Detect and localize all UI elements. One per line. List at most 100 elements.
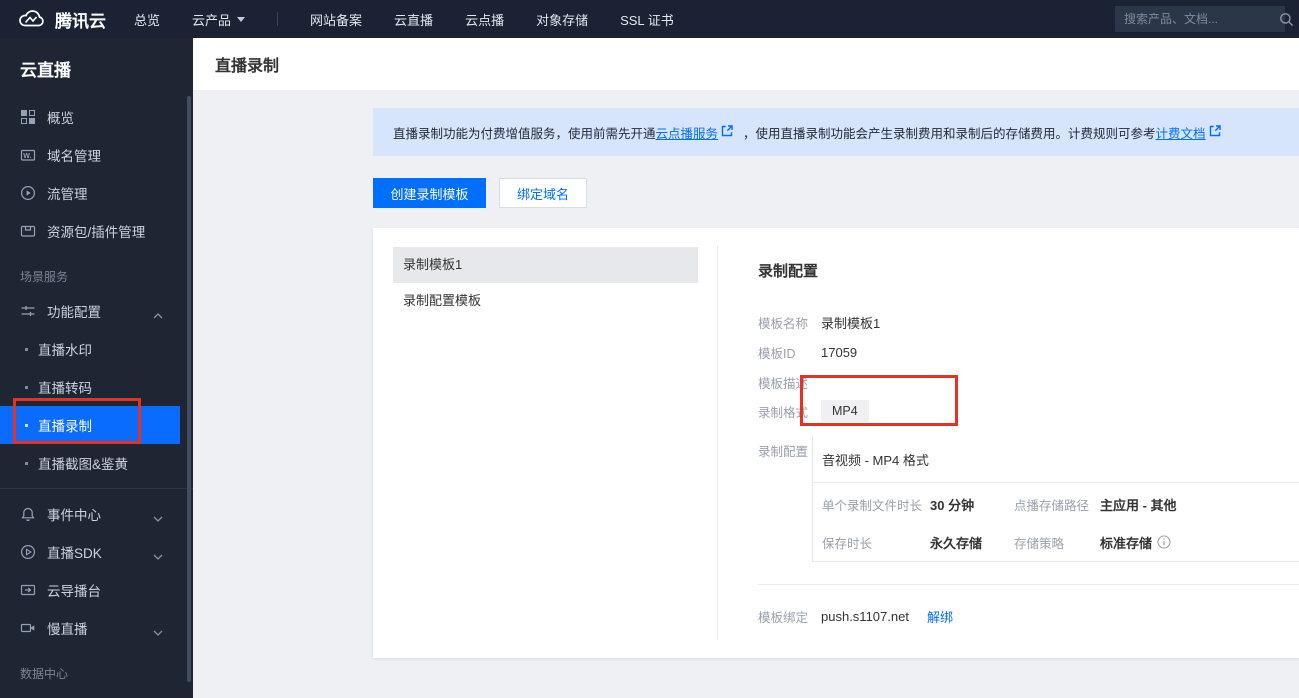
monitor-arrow-icon <box>20 582 36 598</box>
sidebar-subitem-label: 直播水印 <box>38 343 92 358</box>
config-table: 音视频 - MP4 格式 单个录制文件时长 30 分钟 点播存储路径 主应用 -… <box>812 437 1299 562</box>
vod-service-link[interactable]: 云点播服务 <box>656 123 719 142</box>
sidebar-item-label: 概览 <box>47 111 74 126</box>
config-cell-label: 存储策略 <box>1014 536 1065 551</box>
chevron-down-icon <box>153 624 163 639</box>
sidebar-section-scene: 场景服务 <box>20 270 69 284</box>
chevron-down-icon <box>153 510 163 525</box>
sidebar-subitem-label: 直播录制 <box>38 419 92 434</box>
sidebar-subitem-record[interactable]: 直播录制 <box>0 406 180 444</box>
topnav-item-cos[interactable]: 对象存储 <box>536 10 588 29</box>
details-heading: 录制配置 <box>758 263 819 280</box>
grid-icon <box>20 109 36 125</box>
sidebar-item-domain[interactable]: W. 域名管理 <box>0 136 193 174</box>
info-icon[interactable] <box>1157 535 1171 549</box>
sidebar-item-overview[interactable]: 概览 <box>0 98 193 136</box>
sidebar-item-caster[interactable]: 云导播台 <box>0 571 193 609</box>
play-icon <box>20 544 36 560</box>
sidebar-item-label: 直播SDK <box>47 546 102 561</box>
sidebar-item-package[interactable]: 资源包/插件管理 <box>0 212 193 250</box>
topnav-divider <box>277 12 279 26</box>
field-record-config: 录制配置 音视频 - MP4 格式 单个录制文件时长 30 分钟 点播存储路径 … <box>758 437 1299 562</box>
sidebar-subitem-transcode[interactable]: 直播转码 <box>0 368 193 406</box>
config-cell-value: 标准存储 <box>1100 535 1153 551</box>
chevron-down-icon <box>237 16 246 22</box>
topbar: 腾讯云 总览 云产品 网站备案 云直播 云点播 对象存储 SSL 证书 <box>0 0 1299 38</box>
search-icon[interactable] <box>1279 12 1294 27</box>
record-template-panel: 录制模板1 录制配置模板 录制配置 模板名称 录制模板1 模板ID 17059 … <box>373 228 1299 658</box>
sidebar-scrollbar[interactable] <box>187 96 191 682</box>
video-camera-icon <box>20 620 36 636</box>
config-table-row: 保存时长 永久存储 存储策略 标准存储 <box>822 523 1299 561</box>
field-label: 模板描述 <box>758 376 809 391</box>
sidebar: 云直播 概览 W. 域名管理 流管理 资源包/插件管理 场景服务 功能配置 直播… <box>0 38 193 698</box>
topnav-item-vod[interactable]: 云点播 <box>465 10 504 29</box>
sidebar-group-feature-config[interactable]: 功能配置 <box>0 292 193 330</box>
topnav-item-icp[interactable]: 网站备案 <box>310 10 362 29</box>
page-header: 直播录制 <box>193 38 1299 90</box>
sliders-icon <box>20 303 36 319</box>
section-divider <box>758 584 1299 585</box>
topnav-item-products[interactable]: 云产品 <box>192 10 246 29</box>
svg-text:W.: W. <box>23 153 31 160</box>
sidebar-item-stream[interactable]: 流管理 <box>0 174 193 212</box>
field-label: 录制格式 <box>758 405 809 420</box>
search-input[interactable] <box>1124 12 1279 26</box>
page-title: 直播录制 <box>215 58 280 75</box>
config-cell-label: 单个录制文件时长 <box>822 498 923 513</box>
sidebar-subitem-screenshot[interactable]: 直播截图&鉴黄 <box>0 444 193 482</box>
unbind-link[interactable]: 解绑 <box>927 607 953 626</box>
sidebar-item-label: 域名管理 <box>47 149 101 164</box>
topnav-item-ssl[interactable]: SSL 证书 <box>620 10 674 29</box>
sidebar-item-slow-live[interactable]: 慢直播 <box>0 609 193 647</box>
billing-doc-link[interactable]: 计费文档 <box>1156 123 1206 142</box>
config-cell-value: 主应用 - 其他 <box>1100 497 1177 513</box>
external-link-icon <box>1209 124 1221 140</box>
bell-icon <box>20 506 36 522</box>
play-circle-icon <box>20 185 36 201</box>
sidebar-group-label: 功能配置 <box>47 305 101 320</box>
sidebar-subitem-watermark[interactable]: 直播水印 <box>0 330 193 368</box>
topnav-item-css[interactable]: 云直播 <box>394 10 433 29</box>
brand-logo[interactable]: 腾讯云 <box>0 7 134 32</box>
topnav: 总览 云产品 网站备案 云直播 云点播 对象存储 SSL 证书 <box>134 10 674 29</box>
field-value: 17059 <box>821 344 858 360</box>
action-buttons: 创建录制模板 绑定域名 <box>373 178 587 208</box>
field-template-desc: 模板描述 <box>758 367 1299 397</box>
config-table-title: 音视频 - MP4 格式 <box>813 437 1299 483</box>
bound-domain: push.s1107.net <box>821 609 909 624</box>
sidebar-subitem-label: 直播截图&鉴黄 <box>38 457 129 472</box>
config-table-row: 单个录制文件时长 30 分钟 点播存储路径 主应用 - 其他 <box>822 485 1299 523</box>
sidebar-title: 云直播 <box>20 61 71 80</box>
sidebar-divider <box>0 488 193 489</box>
domain-icon: W. <box>20 147 36 163</box>
sidebar-item-statistics[interactable]: 数据统计 <box>0 689 193 698</box>
sidebar-item-event-center[interactable]: 事件中心 <box>0 495 193 533</box>
notice-text-2: ，使用直播录制功能会产生录制费用和录制后的存储费用。计费规则可参考 <box>743 126 1156 141</box>
config-cell-value: 永久存储 <box>930 535 983 551</box>
field-template-binding: 模板绑定 push.s1107.net 解绑 <box>758 607 1299 626</box>
template-list: 录制模板1 录制配置模板 <box>373 228 718 658</box>
topnav-products-label: 云产品 <box>192 12 232 28</box>
field-record-format: 录制格式 MP4 <box>758 397 1299 425</box>
external-link-icon <box>721 124 733 140</box>
notice-text-1: 直播录制功能为付费增值服务，使用前需先开通 <box>393 126 656 141</box>
field-label: 模板ID <box>758 346 796 361</box>
template-list-item[interactable]: 录制模板1 <box>393 247 698 283</box>
config-cell-label: 点播存储路径 <box>1014 498 1090 513</box>
field-label: 录制配置 <box>758 445 809 459</box>
sidebar-item-label: 事件中心 <box>47 508 101 523</box>
topnav-item-overview[interactable]: 总览 <box>134 10 160 29</box>
search-box[interactable] <box>1115 6 1294 32</box>
sidebar-section-data: 数据中心 <box>20 667 69 681</box>
sidebar-item-live-sdk[interactable]: 直播SDK <box>0 533 193 571</box>
config-cell-label: 保存时长 <box>822 536 873 551</box>
cloud-logo-icon <box>16 9 46 29</box>
notice-bar: 直播录制功能为付费增值服务，使用前需先开通 云点播服务 ，使用直播录制功能会产生录制… <box>373 108 1299 156</box>
record-config-details: 录制配置 模板名称 录制模板1 模板ID 17059 模板描述 录制格式 MP4 <box>718 228 1299 658</box>
create-record-template-button[interactable]: 创建录制模板 <box>373 178 486 208</box>
content-area: 直播录制功能为付费增值服务，使用前需先开通 云点播服务 ，使用直播录制功能会产生录制… <box>193 90 1299 698</box>
template-list-item[interactable]: 录制配置模板 <box>393 283 698 319</box>
bind-domain-button[interactable]: 绑定域名 <box>499 178 587 208</box>
field-label: 模板绑定 <box>758 611 809 625</box>
